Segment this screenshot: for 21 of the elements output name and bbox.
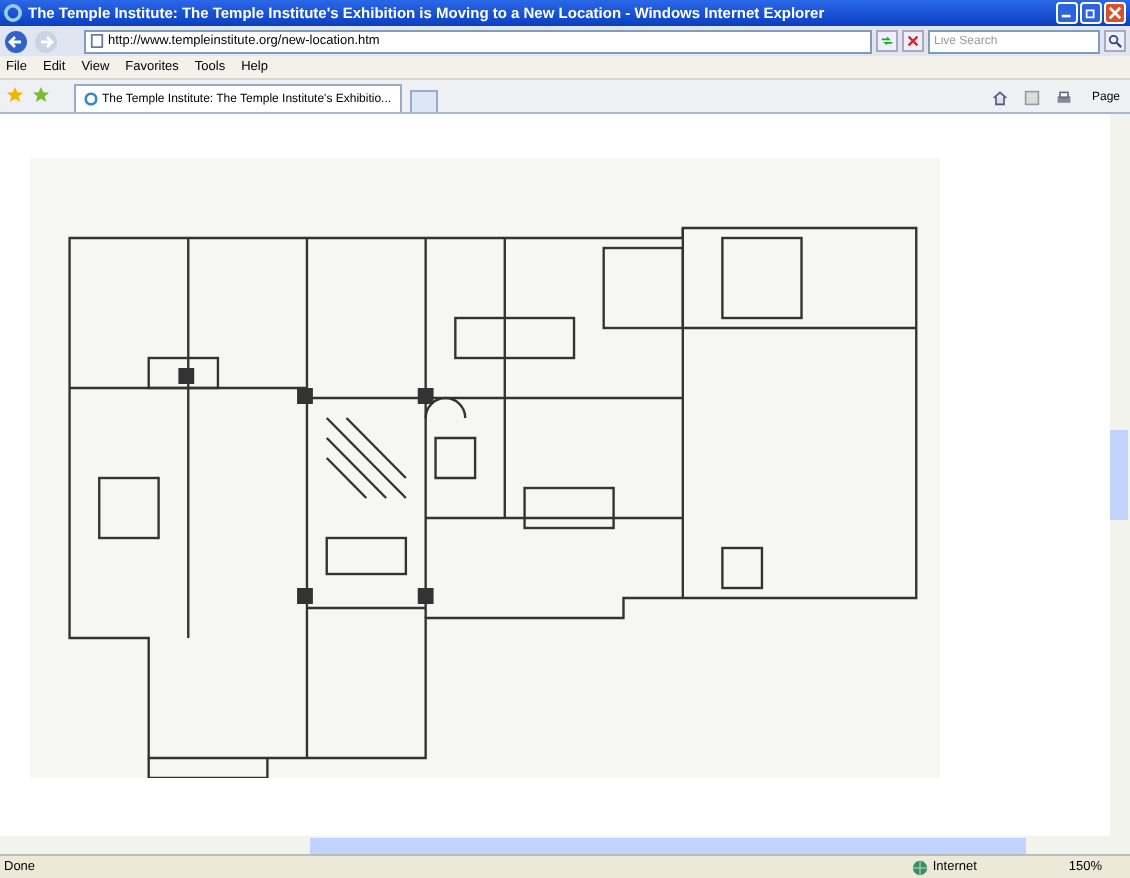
- close-icon: [1108, 6, 1122, 20]
- stop-button[interactable]: [902, 30, 924, 52]
- back-button[interactable]: [4, 28, 30, 54]
- globe-icon: [912, 859, 929, 875]
- close-button[interactable]: [1104, 2, 1126, 24]
- horizontal-scrollbar[interactable]: [0, 836, 1130, 854]
- maximize-button[interactable]: [1080, 2, 1102, 24]
- home-icon[interactable]: [991, 90, 1008, 106]
- browser-logo-icon: [4, 4, 22, 22]
- vertical-scrollbar[interactable]: [1110, 114, 1130, 836]
- star-icon[interactable]: [6, 86, 24, 104]
- forward-arrow-icon: [34, 29, 58, 53]
- printer-icon[interactable]: [1055, 90, 1072, 106]
- restore-icon: [1084, 6, 1098, 20]
- search-button[interactable]: [1104, 30, 1126, 52]
- refresh-button[interactable]: [876, 30, 898, 52]
- back-arrow-icon: [4, 29, 28, 53]
- search-icon: [1108, 34, 1122, 48]
- minimize-button[interactable]: [1056, 2, 1078, 24]
- stop-icon: [906, 34, 920, 48]
- refresh-icon: [880, 34, 894, 48]
